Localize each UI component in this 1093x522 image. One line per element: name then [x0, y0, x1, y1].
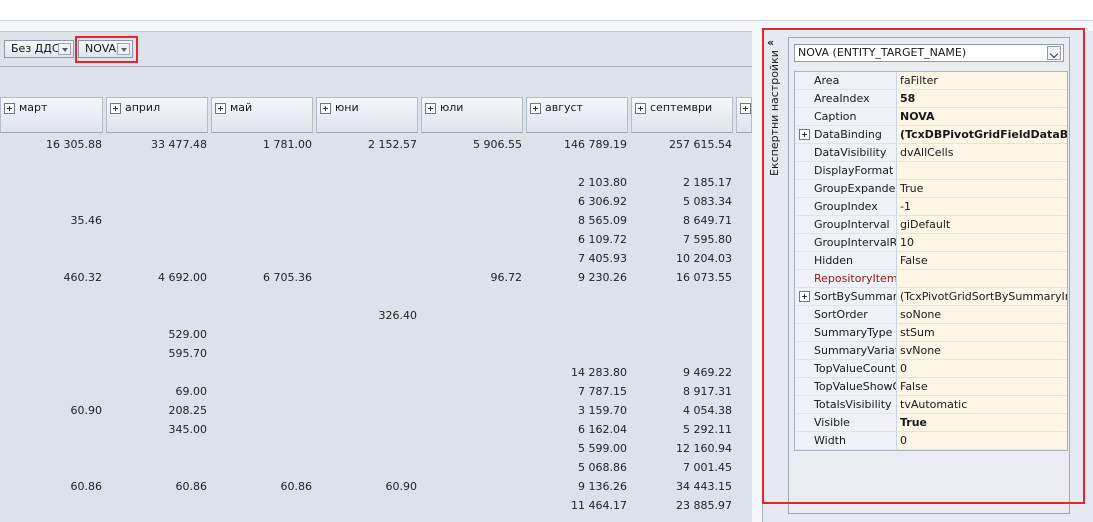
pivot-cell: 326.40 — [378, 309, 418, 322]
filter-area: Без ДДС NOVA — [0, 32, 752, 66]
column-header[interactable]: май — [211, 97, 313, 133]
column-header[interactable]: април — [106, 97, 208, 133]
pivot-cell: 9 230.26 — [578, 271, 627, 284]
pivot-cell: 7 001.45 — [683, 461, 732, 474]
column-header-label: май — [230, 101, 253, 114]
pivot-cell: 12 160.94 — [676, 442, 732, 455]
column-header[interactable]: март — [0, 97, 103, 133]
pivot-cell: 14 283.80 — [571, 366, 627, 379]
expand-plus-icon[interactable] — [110, 103, 121, 114]
pivot-cell: 8 565.09 — [578, 214, 627, 227]
expand-plus-icon[interactable] — [635, 103, 646, 114]
pivot-cell: 5 292.11 — [683, 423, 732, 436]
pivot-cell: 9 136.26 — [578, 480, 627, 493]
column-header[interactable]: септември — [631, 97, 733, 133]
column-header[interactable]: юли — [421, 97, 523, 133]
pivot-cell: 6 705.36 — [263, 271, 312, 284]
pivot-cell: 5 906.55 — [473, 138, 522, 151]
pivot-cell: 460.32 — [63, 271, 103, 284]
pivot-cell: 257 615.54 — [669, 138, 732, 151]
pivot-cell: 5 083.34 — [683, 195, 732, 208]
pivot-cell: 1 781.00 — [263, 138, 312, 151]
pivot-cell: 3 159.70 — [578, 404, 627, 417]
expand-plus-icon[interactable] — [530, 103, 541, 114]
pivot-cell: 4 054.38 — [683, 404, 732, 417]
pivot-cell: 35.46 — [70, 214, 103, 227]
pivot-cell: 529.00 — [168, 328, 208, 341]
pivot-cell: 208.25 — [168, 404, 208, 417]
column-header-label: август — [545, 101, 583, 114]
pivot-cell: 10 204.03 — [676, 252, 732, 265]
pivot-cell: 8 649.71 — [683, 214, 732, 227]
pivot-cell: 7 405.93 — [578, 252, 627, 265]
expand-plus-icon[interactable] — [425, 103, 436, 114]
pivot-cell: 5 599.00 — [578, 442, 627, 455]
pivot-cell: 345.00 — [168, 423, 208, 436]
column-header-label: юли — [440, 101, 464, 114]
divider — [0, 66, 752, 67]
pivot-cell: 60.86 — [70, 480, 103, 493]
pivot-cell: 6 109.72 — [578, 233, 627, 246]
expand-plus-icon[interactable] — [215, 103, 226, 114]
pivot-cell: 60.90 — [70, 404, 103, 417]
pivot-cell: 7 595.80 — [683, 233, 732, 246]
column-header-label: март — [19, 101, 48, 114]
pivot-cell: 2 103.80 — [578, 176, 627, 189]
pivot-cell: 6 306.92 — [578, 195, 627, 208]
pivot-cell: 69.00 — [175, 385, 208, 398]
pivot-cell: 96.72 — [490, 271, 523, 284]
column-header-label: септември — [650, 101, 713, 114]
highlight-box — [762, 28, 1085, 504]
pivot-cell: 60.86 — [280, 480, 313, 493]
column-header[interactable] — [736, 97, 752, 133]
pivot-cell: 23 885.97 — [676, 499, 732, 512]
pivot-cell: 33 477.48 — [151, 138, 207, 151]
column-header-label: юни — [335, 101, 359, 114]
pivot-cell: 34 443.15 — [676, 480, 732, 493]
filter-label: Без ДДС — [11, 42, 60, 55]
chevron-down-icon[interactable] — [58, 43, 71, 55]
pivot-grid: Без ДДС NOVA март април май юни юли август сеп… — [0, 31, 752, 522]
pivot-cell: 9 469.22 — [683, 366, 732, 379]
expand-plus-icon[interactable] — [4, 103, 15, 114]
top-toolbar-strip — [0, 0, 1093, 21]
pivot-cell: 8 917.31 — [683, 385, 732, 398]
column-header[interactable]: юни — [316, 97, 418, 133]
pivot-cell: 146 789.19 — [564, 138, 627, 151]
expand-plus-icon[interactable] — [320, 103, 331, 114]
column-header-label: април — [125, 101, 161, 114]
pivot-cell: 2 185.17 — [683, 176, 732, 189]
pivot-cell: 60.90 — [385, 480, 418, 493]
highlight-box — [75, 36, 138, 63]
column-header[interactable]: август — [526, 97, 628, 133]
pivot-cell: 11 464.17 — [571, 499, 627, 512]
pivot-cell: 16 073.55 — [676, 271, 732, 284]
pivot-cell: 595.70 — [168, 347, 208, 360]
pivot-cell: 6 162.04 — [578, 423, 627, 436]
pivot-cell: 2 152.57 — [368, 138, 417, 151]
filter-button-vat[interactable]: Без ДДС — [4, 40, 74, 58]
pivot-cell: 7 787.15 — [578, 385, 627, 398]
pivot-cell: 16 305.88 — [46, 138, 102, 151]
pivot-cell: 5 068.86 — [578, 461, 627, 474]
pivot-cell: 4 692.00 — [158, 271, 207, 284]
expand-plus-icon[interactable] — [740, 103, 751, 114]
pivot-cell: 60.86 — [175, 480, 208, 493]
